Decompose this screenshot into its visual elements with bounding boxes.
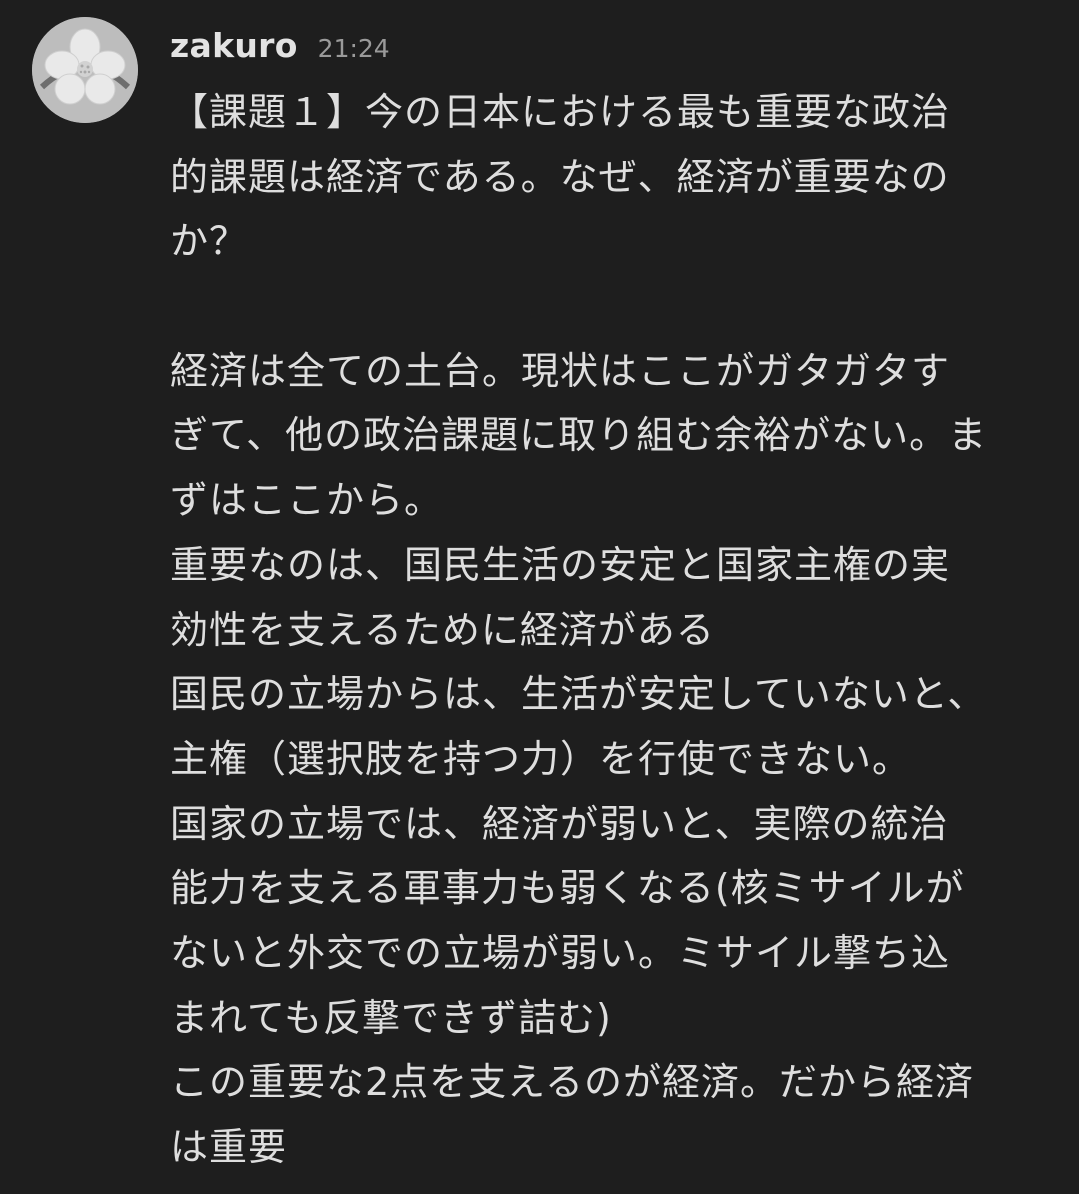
- chat-message: zakuro 21:24 【課題１】今の日本における最も重要な政治 的課題は経済…: [0, 0, 1079, 1194]
- message-line: は重要: [170, 1125, 288, 1169]
- flower-avatar-icon: [32, 17, 138, 123]
- message-line: まれても反撃できず詰む): [170, 995, 612, 1040]
- message-line: か？: [170, 219, 249, 264]
- message-line: 【課題１】今の日本における最も重要な政治: [170, 90, 951, 134]
- author-name[interactable]: zakuro: [170, 26, 298, 65]
- message-line: 国家の立場では、経済が弱いと、実際の統治: [170, 801, 949, 846]
- message-line: ずはここから。: [170, 478, 444, 523]
- message-timestamp: 21:24: [317, 34, 390, 63]
- message-line: 効性を支えるために経済がある: [170, 607, 715, 652]
- message-content: 【課題１】今の日本における最も重要な政治 的課題は経済である。なぜ、経済が重要な…: [170, 80, 1060, 1180]
- message-line: 重要なのは、国民生活の安定と国家主権の実: [170, 542, 951, 587]
- message-line: 経済は全ての土台。現状はここがガタガタす: [170, 348, 951, 393]
- message-line: ぎて、他の政治課題に取り組む余裕がない。ま: [170, 413, 988, 458]
- message-line: 能力を支える軍事力も弱くなる(核ミサイルが: [170, 866, 965, 911]
- message-line: この重要な2点を支えるのが経済。だから経済: [170, 1060, 975, 1105]
- user-avatar[interactable]: [32, 17, 138, 123]
- message-line: 主権（選択肢を持つ力）を行使できない。: [170, 736, 912, 781]
- message-line: ないと外交での立場が弱い。ミサイル撃ち込: [170, 930, 951, 975]
- message-line: 国民の立場からは、生活が安定していないと、: [170, 672, 987, 717]
- message-line: 的課題は経済である。なぜ、経済が重要なの: [170, 154, 950, 199]
- message-header: zakuro 21:24: [170, 26, 390, 70]
